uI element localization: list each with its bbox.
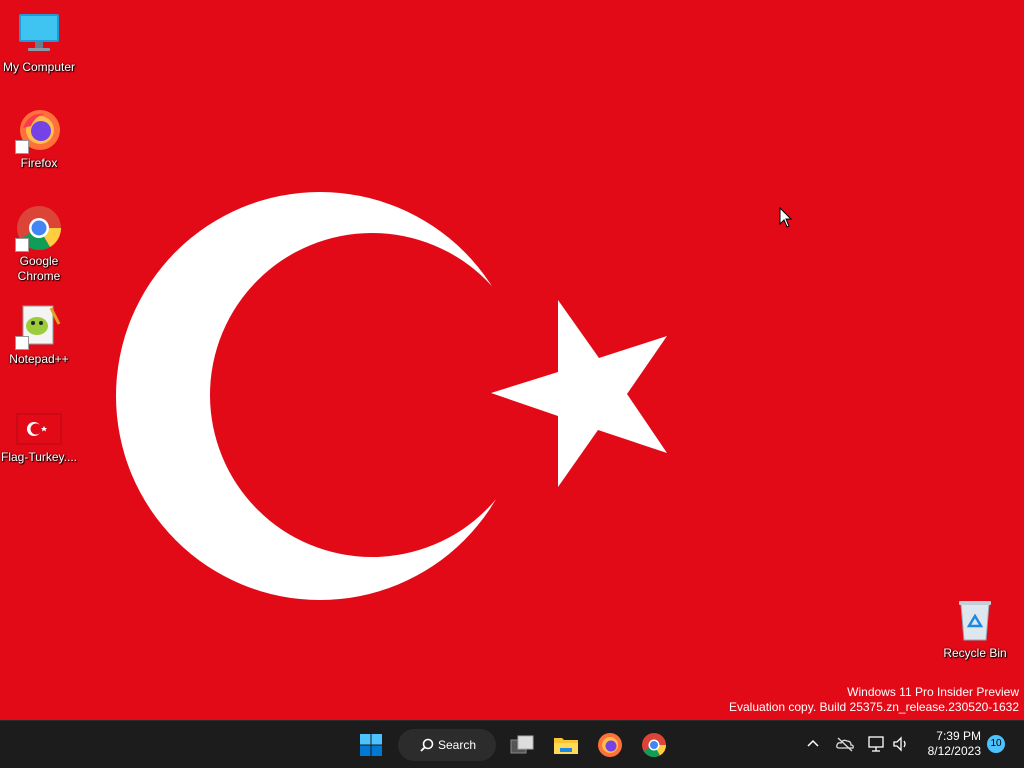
desktop-icon-recycle-bin[interactable]: Recycle Bin bbox=[936, 596, 1014, 661]
taskbar-search-button[interactable]: Search bbox=[398, 729, 496, 761]
chrome-icon bbox=[642, 733, 666, 758]
recycle-bin-icon bbox=[951, 596, 999, 644]
clock-time: 7:39 PM bbox=[936, 729, 981, 743]
image-file-icon bbox=[15, 400, 63, 448]
turkey-flag-wallpaper bbox=[116, 192, 667, 600]
desktop[interactable]: My Computer Firefox Google Chrome Notepa… bbox=[0, 0, 1024, 720]
search-icon bbox=[420, 738, 434, 752]
chevron-up-icon[interactable] bbox=[805, 734, 821, 754]
windows-start-icon bbox=[360, 734, 382, 756]
network-icon[interactable] bbox=[867, 734, 887, 754]
desktop-icon-label: Google Chrome bbox=[17, 254, 61, 283]
desktop-icon-label: Recycle Bin bbox=[943, 646, 1007, 660]
onedrive-offline-icon[interactable] bbox=[835, 734, 855, 754]
desktop-icon-label: My Computer bbox=[2, 60, 76, 74]
desktop-icon-google-chrome[interactable]: Google Chrome bbox=[0, 204, 78, 284]
notepad-plus-plus-icon bbox=[15, 302, 63, 350]
taskbar-clock[interactable]: 7:39 PM 8/12/2023 bbox=[928, 729, 981, 759]
desktop-icon-label: Notepad++ bbox=[9, 352, 69, 366]
firefox-taskbar-button[interactable] bbox=[592, 727, 628, 763]
desktop-icon-label: Firefox bbox=[20, 156, 58, 170]
chrome-icon bbox=[15, 204, 63, 252]
firefox-icon bbox=[598, 733, 622, 757]
taskbar: Search 7:39 PM 8/12/2023 10 bbox=[0, 720, 1024, 768]
shortcut-arrow-icon bbox=[15, 238, 29, 252]
start-button[interactable] bbox=[353, 727, 389, 763]
shortcut-arrow-icon bbox=[15, 336, 29, 350]
desktop-icon-firefox[interactable]: Firefox bbox=[0, 106, 78, 171]
firefox-icon bbox=[15, 106, 63, 154]
mouse-cursor-icon bbox=[779, 207, 793, 228]
search-label: Search bbox=[438, 738, 477, 752]
task-view-icon bbox=[510, 735, 534, 754]
shortcut-arrow-icon bbox=[15, 140, 29, 154]
chrome-taskbar-button[interactable] bbox=[636, 727, 672, 763]
desktop-icon-my-computer[interactable]: My Computer bbox=[0, 10, 78, 75]
desktop-icon-label: Flag-Turkey.... bbox=[0, 450, 77, 464]
windows-evaluation-watermark: Windows 11 Pro Insider Preview Evaluatio… bbox=[729, 685, 1019, 715]
desktop-icon-flag-turkey-file[interactable]: Flag-Turkey.... bbox=[0, 400, 78, 465]
task-view-button[interactable] bbox=[504, 727, 540, 763]
notification-badge[interactable]: 10 bbox=[987, 735, 1005, 753]
watermark-edition: Windows 11 Pro Insider Preview bbox=[847, 685, 1019, 699]
watermark-build: Evaluation copy. Build 25375.zn_release.… bbox=[729, 700, 1019, 714]
volume-icon[interactable] bbox=[891, 734, 911, 754]
file-explorer-icon bbox=[554, 738, 578, 754]
desktop-icon-notepad-plus-plus[interactable]: Notepad++ bbox=[0, 302, 78, 367]
file-explorer-button[interactable] bbox=[548, 727, 584, 763]
computer-icon bbox=[15, 10, 63, 58]
clock-date: 8/12/2023 bbox=[927, 744, 981, 758]
